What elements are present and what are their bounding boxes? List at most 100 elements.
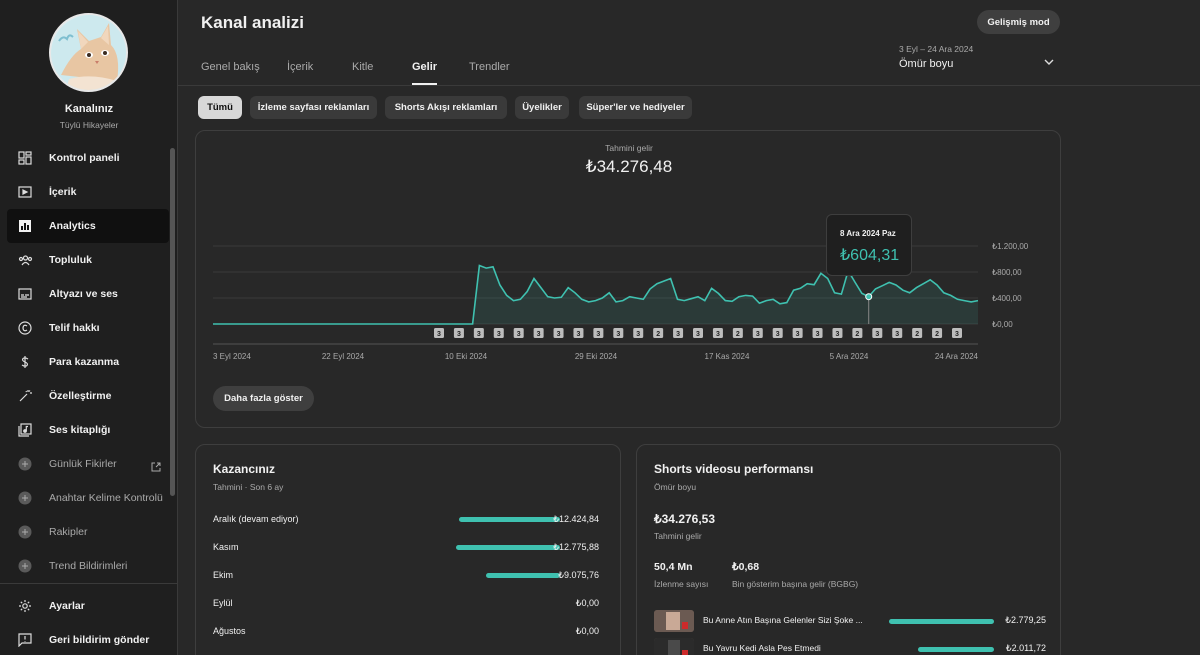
chip-memberships[interactable]: Üyelikler: [515, 96, 569, 119]
tab-trends[interactable]: Trendler: [469, 51, 510, 85]
earnings-row: Ağustos ₺0,00: [213, 626, 603, 640]
hover-point: [865, 293, 873, 301]
sidebar-item-label: Analytics: [49, 220, 96, 232]
shorts-video-row[interactable]: Bu Yavru Kedi Asla Pes Etmedi ₺2.011,72: [654, 638, 1046, 655]
sidebar-item-label: Anahtar Kelime Kontrolü: [49, 492, 163, 504]
x-tick-label: 10 Eki 2024: [445, 352, 488, 361]
sidebar-item-label: Para kazanma: [49, 356, 120, 368]
tab-audience[interactable]: Kitle: [352, 51, 373, 85]
video-publish-count: 3: [756, 331, 760, 338]
video-thumbnail[interactable]: [654, 638, 694, 655]
sidebar-item-customization[interactable]: Özelleştirme: [7, 379, 169, 413]
video-publish-count: 2: [935, 331, 939, 338]
audio-library-icon: [17, 422, 33, 438]
video-revenue-value: ₺2.011,72: [1005, 643, 1046, 653]
sidebar-item-competitors[interactable]: Rakipler: [7, 515, 169, 549]
tab-content[interactable]: İçerik: [287, 51, 313, 85]
sidebar-item-settings[interactable]: Ayarlar: [7, 589, 169, 623]
chevron-down-icon[interactable]: [1043, 54, 1055, 72]
sidebar-item-subtitles[interactable]: Altyazı ve ses: [7, 277, 169, 311]
plugin-icon: [17, 490, 33, 506]
tab-revenue[interactable]: Gelir: [412, 51, 438, 85]
plugin-icon: [17, 456, 33, 472]
earnings-title: Kazancınız: [213, 462, 276, 476]
sidebar-item-analytics[interactable]: Analytics: [7, 209, 169, 243]
sidebar-item-label: Topluluk: [49, 254, 92, 266]
earnings-value: ₺0,00: [575, 626, 599, 636]
video-revenue-value: ₺2.779,25: [1005, 615, 1046, 625]
earnings-month: Aralık (devam ediyor): [213, 514, 299, 524]
sidebar-item-content[interactable]: İçerik: [7, 175, 169, 209]
shorts-rpm-label: Bin gösterim başına gelir (BGBG): [732, 579, 859, 589]
sidebar-item-label: Altyazı ve ses: [49, 288, 118, 300]
advanced-mode-button[interactable]: Gelişmiş mod: [977, 10, 1060, 34]
gear-icon: [17, 598, 33, 614]
tooltip-value: ₺604,31: [840, 247, 900, 264]
tab-overview[interactable]: Genel bakış: [201, 51, 260, 85]
sidebar-item-monetization[interactable]: Para kazanma: [7, 345, 169, 379]
video-publish-count: 3: [716, 331, 720, 338]
sidebar-bottom-nav: Ayarlar Geri bildirim gönder: [7, 589, 169, 655]
earnings-bar: [456, 545, 560, 550]
video-publish-count: 3: [636, 331, 640, 338]
video-publish-count: 3: [816, 331, 820, 338]
sidebar-nav: Kontrol paneli İçerik Analytics Topluluk…: [7, 141, 169, 583]
date-range-text[interactable]: 3 Eyl – 24 Ara 2024: [899, 44, 973, 54]
sidebar-item-label: Ayarlar: [49, 600, 85, 612]
sidebar-item-trend-alerts[interactable]: Trend Bildirimleri: [7, 549, 169, 583]
dashboard-icon: [17, 150, 33, 166]
shorts-video-row[interactable]: Bu Anne Atın Başına Gelenler Sizi Şoke .…: [654, 610, 1046, 632]
show-more-button[interactable]: Daha fazla göster: [213, 386, 314, 411]
sidebar-item-audio-library[interactable]: Ses kitaplığı: [7, 413, 169, 447]
sidebar-item-community[interactable]: Topluluk: [7, 243, 169, 277]
video-publish-count: 2: [855, 331, 859, 338]
y-tick-label: ₺0,00: [992, 320, 1013, 329]
earnings-month: Ekim: [213, 570, 233, 580]
channel-avatar[interactable]: [49, 13, 128, 92]
analytics-icon: [17, 218, 33, 234]
shorts-title: Shorts videosu performansı: [654, 462, 814, 476]
video-title[interactable]: Bu Yavru Kedi Asla Pes Etmedi: [703, 643, 873, 653]
earnings-month: Kasım: [213, 542, 239, 552]
shorts-views-label: İzlenme sayısı: [654, 579, 709, 589]
chip-watch-page-ads[interactable]: İzleme sayfası reklamları: [250, 96, 377, 119]
content-icon: [17, 184, 33, 200]
y-tick-label: ₺400,00: [992, 294, 1022, 303]
chip-shorts-feed-ads[interactable]: Shorts Akışı reklamları: [385, 96, 507, 119]
video-publish-count: 3: [596, 331, 600, 338]
video-publish-count: 2: [736, 331, 740, 338]
sidebar-item-daily-ideas[interactable]: Günlük Fikirler: [7, 447, 169, 481]
x-tick-label: 5 Ara 2024: [830, 352, 869, 361]
channel-name: Kanalınız: [64, 103, 114, 115]
external-link-icon: [151, 459, 161, 477]
tabs-divider: [178, 85, 1200, 86]
video-publish-count: 3: [796, 331, 800, 338]
x-tick-label: 3 Eyl 2024: [213, 352, 251, 361]
sidebar-item-keyword-check[interactable]: Anahtar Kelime Kontrolü: [7, 481, 169, 515]
revenue-chart[interactable]: ₺1.200,00 ₺800,00 ₺400,00 ₺0,00 3 3 3 3 3 3 3 3 3 3 3 2…: [196, 131, 1060, 381]
video-thumbnail[interactable]: [654, 610, 694, 632]
chip-all[interactable]: Tümü: [198, 96, 242, 119]
chip-supers-gifts[interactable]: Süper'ler ve hediyeler: [579, 96, 692, 119]
earnings-value: ₺12.775,88: [553, 542, 599, 552]
sidebar-item-label: İçerik: [49, 186, 77, 198]
shorts-performance-card: Shorts videosu performansı Ömür boyu ₺34…: [636, 444, 1061, 655]
channel-handle: Tüylü Hikayeler: [59, 120, 119, 130]
y-tick-label: ₺1.200,00: [992, 242, 1029, 251]
earnings-bar: [458, 517, 560, 522]
page-title: Kanal analizi: [201, 13, 304, 32]
date-range-selector[interactable]: Ömür boyu: [899, 58, 953, 70]
dollar-icon: [17, 354, 33, 370]
sidebar-item-feedback[interactable]: Geri bildirim gönder: [7, 623, 169, 655]
video-publish-count: 3: [836, 331, 840, 338]
sidebar-item-copyright[interactable]: Telif hakkı: [7, 311, 169, 345]
sidebar-item-dashboard[interactable]: Kontrol paneli: [7, 141, 169, 175]
video-publish-count: 3: [696, 331, 700, 338]
video-title[interactable]: Bu Anne Atın Başına Gelenler Sizi Şoke .…: [703, 615, 873, 625]
video-publish-count: 3: [955, 331, 959, 338]
video-publish-count: 2: [915, 331, 919, 338]
sidebar-scrollbar[interactable]: [170, 148, 175, 496]
earnings-value: ₺12.424,84: [553, 514, 599, 524]
plugin-icon: [17, 558, 33, 574]
sidebar: Kanalınız Tüylü Hikayeler Kontrol paneli…: [0, 0, 178, 655]
